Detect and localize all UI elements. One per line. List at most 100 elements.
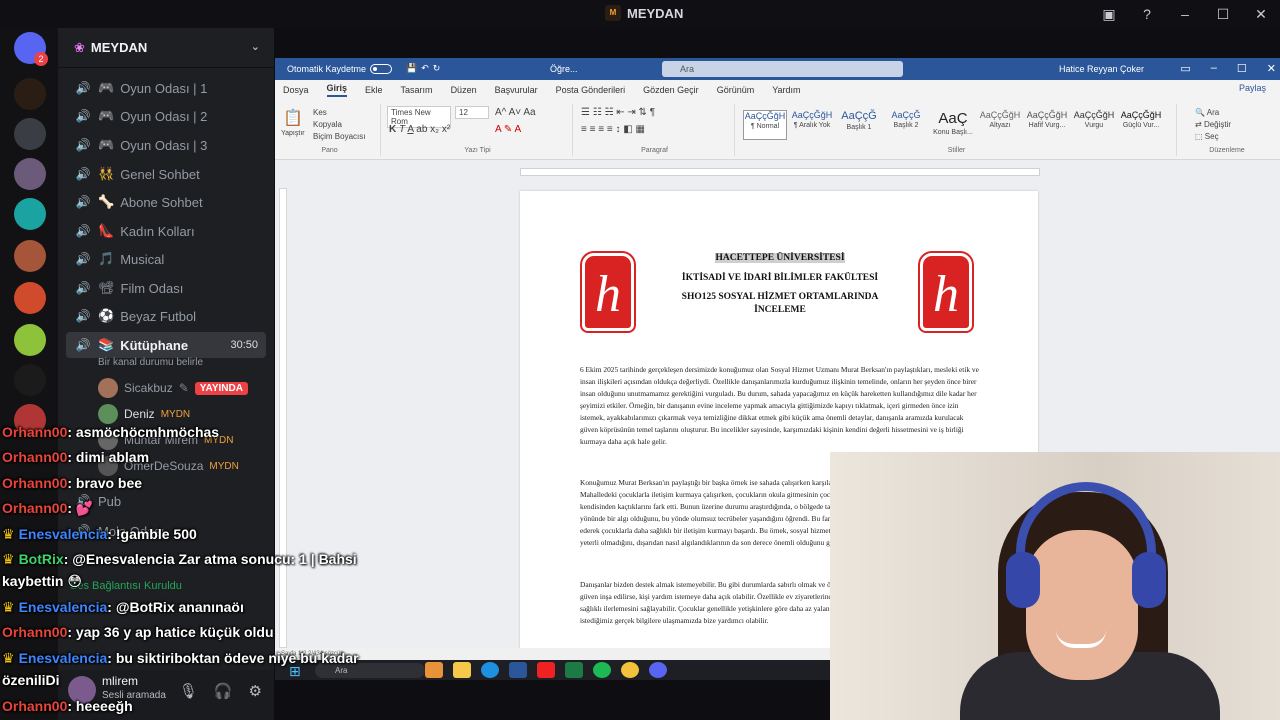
font-format-icons[interactable]: K T A ab x₂ x² <box>389 124 450 135</box>
tab-review[interactable]: Gözden Geçir <box>643 85 699 95</box>
widgets-icon[interactable] <box>425 662 443 678</box>
undo-icon[interactable]: ↶ <box>421 63 429 74</box>
voice-channel[interactable]: 🔊 Mola Odası <box>66 518 266 544</box>
voice-channel-active[interactable]: 🔊 📚 Kütüphane 30:50 <box>66 332 266 358</box>
inbox-icon[interactable]: ▣ <box>1090 6 1128 23</box>
close-icon[interactable]: ✕ <box>1242 6 1280 23</box>
minimize-icon[interactable]: – <box>1211 62 1217 75</box>
voice-member[interactable]: OmerDeSouza MYDN <box>98 456 239 476</box>
document-name[interactable]: Öğre... <box>550 64 578 74</box>
chrome-icon[interactable] <box>621 662 639 678</box>
tab-insert[interactable]: Ekle <box>365 85 383 95</box>
minimize-icon[interactable]: – <box>1166 6 1204 22</box>
style-emphasis[interactable]: AaÇçĞğH Vurgu <box>1072 110 1116 140</box>
maximize-icon[interactable]: ☐ <box>1237 62 1247 75</box>
vertical-ruler[interactable] <box>279 188 287 648</box>
server-icon[interactable] <box>14 282 46 314</box>
file-explorer-icon[interactable] <box>453 662 471 678</box>
chevron-down-icon[interactable]: ⌄ <box>251 40 260 53</box>
channel-status[interactable]: Bir kanal durumu belirle <box>98 357 203 368</box>
server-icon[interactable] <box>14 198 46 230</box>
replace-button[interactable]: ⇄ Değiştir <box>1195 120 1231 129</box>
voice-channel[interactable]: 🔊 🎮 Oyun Odası | 2 <box>66 103 266 129</box>
select-button[interactable]: ⬚ Seç <box>1195 132 1219 141</box>
tab-file[interactable]: Dosya <box>283 85 309 95</box>
tab-help[interactable]: Yardım <box>772 85 800 95</box>
tab-mailings[interactable]: Posta Gönderileri <box>556 85 626 95</box>
share-button[interactable]: Paylaş <box>1239 83 1266 93</box>
account-name[interactable]: Hatice Reyyan Çoker <box>1059 64 1144 74</box>
style-strong[interactable]: AaÇçĞğH Güçlü Vur... <box>1119 110 1163 140</box>
avatar[interactable] <box>68 676 96 704</box>
word-icon[interactable] <box>509 662 527 678</box>
server-icon[interactable] <box>14 404 46 436</box>
youtube-icon[interactable] <box>537 662 555 678</box>
autosave-toggle[interactable]: Otomatik Kaydetme 💾 ↶ ↻ <box>287 63 440 74</box>
voice-member[interactable]: Deniz MYDN <box>98 404 190 424</box>
paste-button[interactable]: Yapıştır <box>281 130 305 137</box>
voice-channel[interactable]: 🔊 ⚽ Beyaz Futbol <box>66 303 266 329</box>
font-size-select[interactable]: 12 <box>455 106 489 119</box>
voice-status: Ses Bağlantısı Kuruldu <box>70 580 182 592</box>
grow-font-icon[interactable]: A^ A˅ Aa <box>495 107 536 118</box>
find-label: Ara <box>1206 108 1220 117</box>
redo-icon[interactable]: ↻ <box>433 63 441 74</box>
server-icon[interactable] <box>14 118 46 150</box>
voice-channel[interactable]: 🔊 Pub <box>66 488 266 514</box>
voice-channel[interactable]: 🔊 🎮 Oyun Odası | 1 <box>66 75 266 101</box>
align-icons[interactable]: ≡ ≡ ≡ ≡ ↕ ◧ ▦ <box>581 124 645 135</box>
search-box[interactable]: Ara <box>662 61 903 77</box>
style-subtle-emphasis[interactable]: AaÇçĞğH Hafif Vurg... <box>1025 110 1069 140</box>
headphones-icon[interactable]: 🎧 <box>214 682 233 700</box>
voice-channel[interactable]: 🔊 🎵 Musical <box>66 246 266 272</box>
excel-icon[interactable] <box>565 662 583 678</box>
style-normal[interactable]: AaÇçĞğH ¶ Normal <box>743 110 787 140</box>
style-subtitle[interactable]: AaÇçĞğH Altyazı <box>978 110 1022 140</box>
format-painter-button[interactable]: Biçim Boyacısı <box>313 132 365 141</box>
maximize-icon[interactable]: ☐ <box>1204 6 1242 23</box>
style-heading-1[interactable]: AaÇçĞ Başlık 1 <box>837 110 881 140</box>
voice-channel[interactable]: 🔊 👯 Genel Sohbet <box>66 161 266 187</box>
server-icon[interactable] <box>14 364 46 396</box>
server-icon[interactable] <box>14 324 46 356</box>
ribbon-display-icon[interactable]: ▭ <box>1180 62 1190 75</box>
cut-button[interactable]: Kes <box>313 108 327 117</box>
discord-icon[interactable] <box>649 662 667 678</box>
voice-channel[interactable]: 🔊 📽 Film Odası <box>66 275 266 301</box>
window-titlebar: M MEYDAN ▣ ? – ☐ ✕ <box>0 0 1280 28</box>
voice-member[interactable]: Sicakbuz ✎ YAYINDA <box>98 378 248 398</box>
toggle-switch[interactable] <box>370 63 393 74</box>
font-color-icon[interactable]: A ✎ A <box>495 124 521 135</box>
windows-start-icon[interactable]: ⊞ <box>289 663 301 680</box>
copy-button[interactable]: Kopyala <box>313 120 342 129</box>
tab-view[interactable]: Görünüm <box>717 85 755 95</box>
voice-channel[interactable]: 🔊 🎮 Oyun Odası | 3 <box>66 132 266 158</box>
server-header[interactable]: ❀ MEYDAN ⌄ <box>58 28 274 68</box>
tab-design[interactable]: Tasarım <box>401 85 433 95</box>
paste-icon[interactable]: 📋 <box>283 108 303 128</box>
taskbar-search[interactable]: Ara <box>315 663 425 678</box>
gear-icon[interactable]: ⚙ <box>249 682 262 700</box>
server-icon[interactable] <box>14 158 46 190</box>
voice-channel[interactable]: 🔊 👠 Kadın Kolları <box>66 218 266 244</box>
voice-channel[interactable]: 🔊 🦴 Abone Sohbet <box>66 189 266 215</box>
horizontal-ruler[interactable] <box>520 168 1040 176</box>
close-icon[interactable]: ✕ <box>1267 62 1276 75</box>
voice-member[interactable]: Muhtar Mirem MYDN <box>98 430 233 450</box>
tab-home[interactable]: Giriş <box>326 83 348 97</box>
tab-references[interactable]: Başvurular <box>495 85 538 95</box>
find-button[interactable]: 🔍 Ara <box>1195 108 1219 117</box>
channel-label: Film Odası <box>120 280 184 296</box>
style-title[interactable]: AaÇ Konu Başlı... <box>931 110 975 140</box>
style-heading-2[interactable]: AaÇçĞ Başlık 2 <box>884 110 928 140</box>
server-icon[interactable] <box>14 240 46 272</box>
tab-layout[interactable]: Düzen <box>451 85 477 95</box>
list-icons[interactable]: ☰ ☷ ☵ ⇤ ⇥ ⇅ ¶ <box>581 107 655 118</box>
save-icon[interactable]: 💾 <box>406 63 417 74</box>
spotify-icon[interactable] <box>593 662 611 678</box>
microphone-icon[interactable]: 🎙 <box>179 682 198 700</box>
server-icon-meydan[interactable] <box>14 78 46 110</box>
help-icon[interactable]: ? <box>1128 6 1166 22</box>
edge-icon[interactable] <box>481 662 499 678</box>
style-no-spacing[interactable]: AaÇçĞğH ¶ Aralık Yok <box>790 110 834 140</box>
